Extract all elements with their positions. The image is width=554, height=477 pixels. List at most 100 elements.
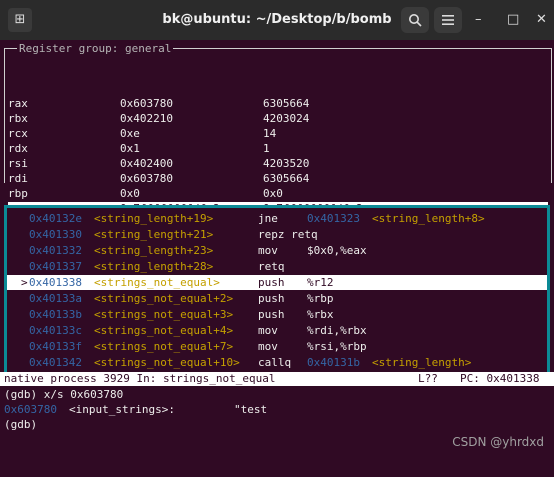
console-prompt[interactable]: (gdb): [4, 417, 37, 432]
search-icon[interactable]: [401, 7, 429, 33]
close-button[interactable]: ✕: [536, 12, 547, 28]
watermark: CSDN @yhrdxd: [452, 435, 544, 449]
register-row-rdi: rdi 0x603780 6305664: [8, 172, 548, 186]
console-output-line: 0x603780 <input_strings>: "test: [4, 402, 544, 417]
register-hex: 0x402400: [120, 157, 173, 171]
asm-addr: 0x40133b: [29, 307, 82, 322]
status-line-number: L??: [418, 372, 438, 386]
console-output-value: "test: [234, 402, 267, 417]
console-command-line: (gdb) x/s 0x603780: [4, 387, 123, 402]
asm-sym: <strings_not_equal+2>: [94, 291, 233, 306]
asm-sym: <strings_not_equal+7>: [94, 339, 233, 354]
asm-addr: 0x401332: [29, 243, 82, 258]
register-hex: 0x0: [120, 187, 140, 201]
register-dec: 0x0: [263, 187, 283, 201]
asm-sym: <strings_not_equal+10>: [94, 355, 240, 370]
asm-line: 0x40133a <strings_not_equal+2> push %rbp: [7, 291, 547, 306]
console-output-symbol: <input_strings>:: [69, 402, 175, 417]
asm-addr: 0x401342: [29, 355, 82, 370]
asm-arg: $0x0,%eax: [307, 243, 367, 258]
window-title: bk@ubuntu: ~/Desktop/b/bomb: [0, 12, 554, 27]
asm-op: jne: [258, 211, 278, 226]
status-process: native process 3929 In: strings_not_equa…: [4, 372, 276, 386]
asm-addr: 0x40133f: [29, 339, 82, 354]
asm-op: mov: [258, 243, 278, 258]
asm-addr: 0x40133a: [29, 291, 82, 306]
asm-sym: <strings_not_equal>: [94, 275, 220, 290]
asm-line: 0x401342 <strings_not_equal+10> callq 0x401…: [7, 355, 547, 370]
asm-arrow: >: [21, 275, 28, 290]
asm-op: push: [258, 291, 285, 306]
register-row-rdx: rdx 0x1 1: [8, 142, 548, 156]
register-row-rcx: rcx 0xe 14: [8, 127, 548, 141]
asm-sym: <strings_not_equal+3>: [94, 307, 233, 322]
register-hex: 0xe: [120, 127, 140, 141]
register-hex: 0x603780: [120, 172, 173, 186]
asm-line: 0x401332 <string_length+23> mov $0x0,%eax: [7, 243, 547, 258]
register-hex: 0x603780: [120, 97, 173, 111]
register-dec: 1: [263, 142, 270, 156]
register-row-rbx: rbx 0x402210 4203024: [8, 112, 548, 126]
asm-line: 0x40133b <strings_not_equal+3> push %rbx: [7, 307, 547, 322]
register-name: rcx: [8, 127, 28, 141]
register-row-rsi: rsi 0x402400 4203520: [8, 157, 548, 171]
asm-tsym: <string_length+8>: [372, 211, 485, 226]
register-row-rbp: rbp 0x0 0x0: [8, 187, 548, 201]
asm-op: mov: [258, 323, 278, 338]
asm-targ: 0x40131b: [307, 355, 360, 370]
asm-addr: 0x401337: [29, 259, 82, 274]
register-dec: 6305664: [263, 97, 309, 111]
asm-op: callq: [258, 355, 291, 370]
asm-addr: 0x401338: [29, 275, 82, 290]
terminal[interactable]: Register group: general rax 0x603780 63056…: [0, 40, 554, 455]
asm-arg: %rbp: [307, 291, 334, 306]
asm-line: 0x40132e <string_length+19> jne 0x401323 <st…: [7, 211, 547, 226]
register-name: rsi: [8, 157, 28, 171]
register-name: rax: [8, 97, 28, 111]
asm-line: 0x40133c <strings_not_equal+4> mov %rdi,%rb…: [7, 323, 547, 338]
console-output-address: 0x603780: [4, 402, 57, 417]
asm-targ: 0x401323: [307, 211, 360, 226]
asm-arg: %rdi,%rbx: [307, 323, 367, 338]
maximize-button[interactable]: □: [507, 12, 519, 28]
asm-sym: <string_length+23>: [94, 243, 213, 258]
asm-addr: 0x40133c: [29, 323, 82, 338]
asm-op: push: [258, 307, 285, 322]
asm-line: 0x401330 <string_length+21> repz retq: [7, 227, 547, 242]
title-bar: ⊞ bk@ubuntu: ~/Desktop/b/bomb – □ ✕: [0, 0, 554, 40]
register-hex: 0x1: [120, 142, 140, 156]
asm-op: mov: [258, 339, 278, 354]
register-dec: 4203024: [263, 112, 309, 126]
asm-line: 0x401337 <string_length+28> retq: [7, 259, 547, 274]
asm-addr: 0x40132e: [29, 211, 82, 226]
asm-sym: <string_length+28>: [94, 259, 213, 274]
register-dec: 14: [263, 127, 276, 141]
minimize-button[interactable]: –: [475, 12, 482, 28]
menu-icon[interactable]: [434, 7, 462, 33]
register-name: rbx: [8, 112, 28, 126]
register-dec: 6305664: [263, 172, 309, 186]
asm-op: retq: [258, 259, 285, 274]
register-group-legend: Register group: general: [17, 42, 173, 55]
asm-line: 0x40133f <strings_not_equal+7> mov %rsi,%rb…: [7, 339, 547, 354]
asm-addr: 0x401330: [29, 227, 82, 242]
asm-op: repz retq: [258, 227, 318, 242]
asm-sym: <string_length+21>: [94, 227, 213, 242]
asm-sym: <strings_not_equal+4>: [94, 323, 233, 338]
asm-arg: %r12: [307, 275, 334, 290]
register-name: rdi: [8, 172, 28, 186]
status-pc: PC: 0x401338: [460, 372, 539, 386]
register-name: rdx: [8, 142, 28, 156]
asm-arg: %rsi,%rbp: [307, 339, 367, 354]
asm-tsym: <string_length>: [372, 355, 471, 370]
status-line: native process 3929 In: strings_not_equa…: [0, 372, 554, 386]
register-name: rbp: [8, 187, 28, 201]
assembly-panel: 0x40132e <string_length+19> jne 0x401323 <st…: [4, 205, 550, 375]
asm-sym: <string_length+19>: [94, 211, 213, 226]
register-hex: 0x402210: [120, 112, 173, 126]
register-dec: 4203520: [263, 157, 309, 171]
asm-op: push: [258, 275, 285, 290]
register-row-rax: rax 0x603780 6305664: [8, 97, 548, 111]
asm-line-current: >0x401338 <strings_not_equal> push %r12: [7, 275, 547, 290]
asm-arg: %rbx: [307, 307, 334, 322]
